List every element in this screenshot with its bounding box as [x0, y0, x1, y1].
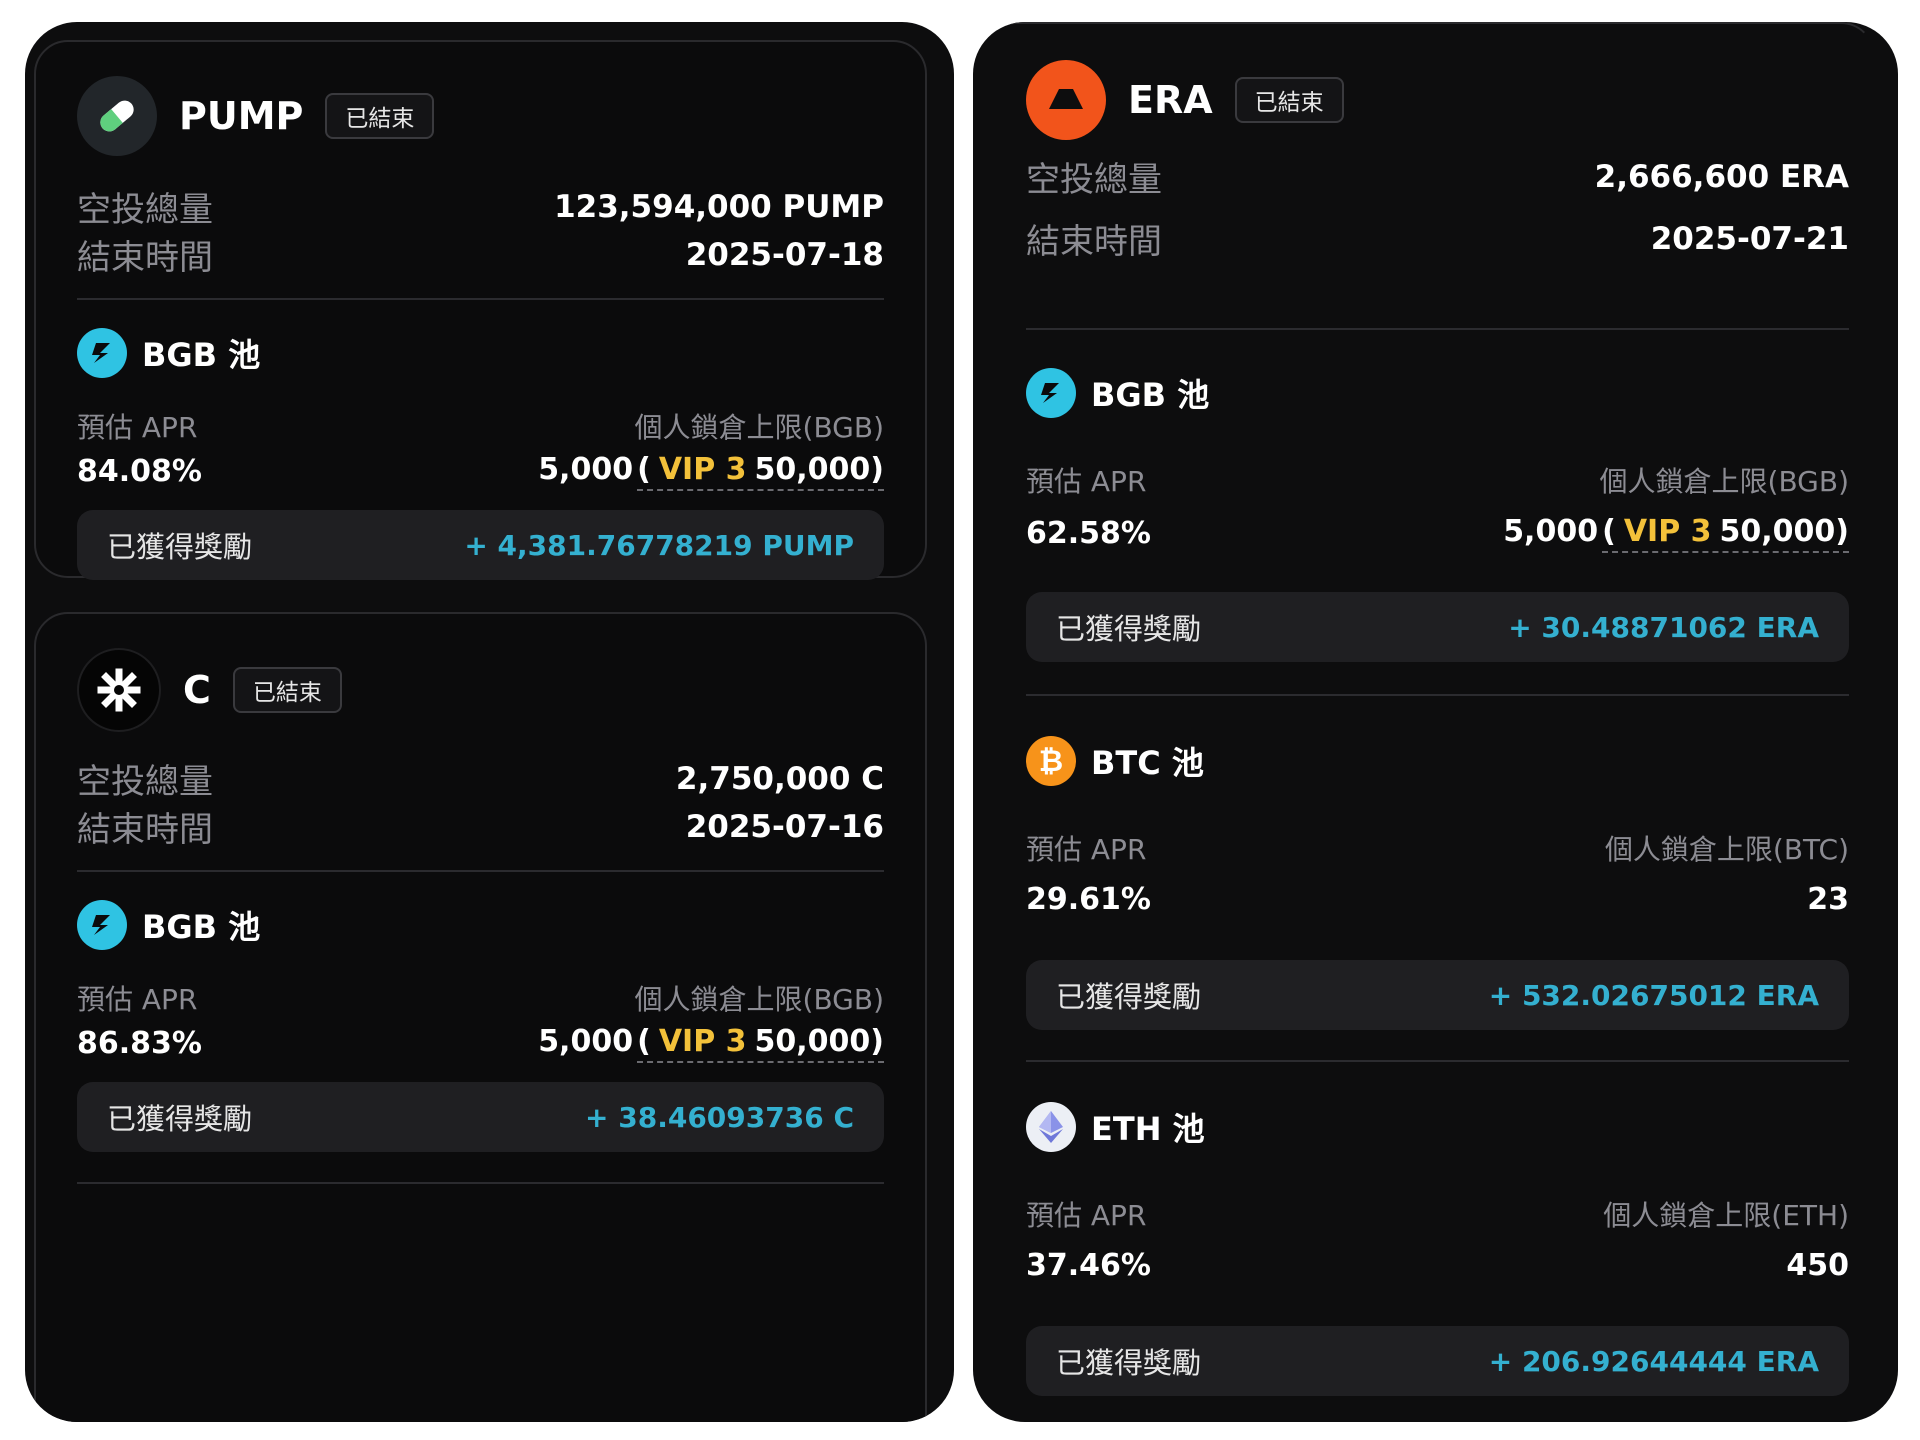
cap-value: 23 [1807, 882, 1849, 917]
cap-base: 5,000 [538, 1024, 634, 1059]
divider [77, 1182, 884, 1184]
vip-cap-tooltip-trigger[interactable]: (VIP 3 50,000) [637, 452, 884, 491]
vip-level: VIP 3 [1623, 514, 1712, 549]
pool-name: ETH 池 [1091, 1110, 1205, 1148]
airdrop-card-pump[interactable]: PUMP 已結束 空投總量 123,594,000 PUMP 結束時間 2025… [34, 40, 927, 580]
token-name: PUMP [179, 94, 304, 138]
cap-open: ( [1602, 514, 1616, 549]
vip-cap-value: 50,000 [754, 1024, 871, 1059]
pool-name: BTC 池 [1091, 744, 1204, 782]
cap-close: ) [1835, 514, 1849, 549]
reward-box: 已獲得獎勵 + 532.02675012 ERA [1026, 960, 1849, 1030]
left-panel: PUMP 已結束 空投總量 123,594,000 PUMP 結束時間 2025… [25, 22, 954, 1422]
bgb-icon [77, 328, 127, 378]
cap-label: 個人鎖倉上限(BGB) [634, 983, 884, 1016]
reward-label: 已獲得獎勵 [107, 1102, 253, 1136]
reward-label: 已獲得獎勵 [1056, 1346, 1202, 1380]
cap-base: 5,000 [538, 452, 634, 487]
apr-value: 29.61% [1026, 882, 1151, 917]
asterisk-logo-icon [77, 648, 161, 732]
status-badge: 已結束 [1234, 77, 1344, 123]
reward-label: 已獲得獎勵 [1056, 612, 1202, 646]
token-name: C [183, 668, 211, 712]
airdrop-card-c[interactable]: C 已結束 空投總量 2,750,000 C 結束時間 2025-07-16 B… [34, 612, 927, 1422]
reward-label: 已獲得獎勵 [1056, 980, 1202, 1014]
apr-value: 37.46% [1026, 1248, 1151, 1283]
bitcoin-glyph: ₿ [1038, 743, 1064, 779]
cap-value: 5,000 (VIP 3 50,000) [1503, 514, 1849, 553]
divider [77, 870, 884, 872]
total-label: 空投總量 [77, 190, 213, 230]
reward-value: + 30.48871062 ERA [1508, 610, 1819, 644]
airdrop-card-era[interactable]: ERA 已結束 空投總量 2,666,600 ERA 結束時間 2025-07-… [982, 22, 1875, 1422]
end-value: 2025-07-21 [1650, 220, 1849, 257]
total-value: 2,750,000 C [675, 760, 884, 797]
ethereum-icon [1026, 1102, 1076, 1152]
cap-value: 450 [1786, 1248, 1849, 1283]
vip-cap-tooltip-trigger[interactable]: (VIP 3 50,000) [637, 1024, 884, 1063]
vip-cap-value: 50,000 [1719, 514, 1836, 549]
end-value: 2025-07-16 [685, 808, 884, 845]
reward-box: 已獲得獎勵 + 4,381.76778219 PUMP [77, 510, 884, 580]
total-label: 空投總量 [77, 762, 213, 802]
end-label: 結束時間 [77, 810, 213, 850]
end-value: 2025-07-18 [685, 236, 884, 273]
vip-cap-value: 50,000 [754, 452, 871, 487]
reward-value: + 4,381.76778219 PUMP [464, 528, 854, 562]
cap-close: ) [870, 1024, 884, 1059]
cap-value: 5,000 (VIP 3 50,000) [538, 452, 884, 491]
divider [1026, 328, 1849, 330]
cap-value: 5,000 (VIP 3 50,000) [538, 1024, 884, 1063]
cap-close: ) [870, 452, 884, 487]
status-badge: 已結束 [232, 667, 342, 713]
reward-box: 已獲得獎勵 + 38.46093736 C [77, 1082, 884, 1152]
cap-base: 5,000 [1503, 514, 1599, 549]
cap-label: 個人鎖倉上限(BGB) [1599, 465, 1849, 498]
reward-box: 已獲得獎勵 + 30.48871062 ERA [1026, 592, 1849, 662]
end-label: 結束時間 [1026, 222, 1162, 262]
token-name: ERA [1128, 78, 1213, 122]
apr-label: 預估 APR [1026, 1199, 1147, 1232]
pill-icon [77, 76, 157, 156]
reward-value: + 38.46093736 C [585, 1100, 854, 1134]
total-label: 空投總量 [1026, 160, 1162, 200]
right-panel: ERA 已結束 空投總量 2,666,600 ERA 結束時間 2025-07-… [973, 22, 1898, 1422]
status-badge: 已結束 [325, 93, 435, 139]
pool-name: BGB 池 [142, 336, 261, 374]
reward-value: + 532.02675012 ERA [1488, 978, 1819, 1012]
cap-label: 個人鎖倉上限(BTC) [1604, 833, 1849, 866]
vip-cap-tooltip-trigger[interactable]: (VIP 3 50,000) [1602, 514, 1849, 553]
bgb-icon [77, 900, 127, 950]
reward-box: 已獲得獎勵 + 206.92644444 ERA [1026, 1326, 1849, 1396]
total-value: 123,594,000 PUMP [554, 188, 884, 225]
apr-label: 預估 APR [1026, 465, 1147, 498]
apr-value: 84.08% [77, 454, 202, 489]
bgb-icon [1026, 368, 1076, 418]
apr-label: 預估 APR [77, 411, 198, 444]
bitcoin-icon: ₿ [1026, 736, 1076, 786]
apr-value: 62.58% [1026, 516, 1151, 551]
divider [1026, 694, 1849, 696]
divider [77, 298, 884, 300]
reward-label: 已獲得獎勵 [107, 530, 253, 564]
reward-value: + 206.92644444 ERA [1488, 1344, 1819, 1378]
cap-label: 個人鎖倉上限(BGB) [634, 411, 884, 444]
apr-label: 預估 APR [1026, 833, 1147, 866]
cap-label: 個人鎖倉上限(ETH) [1603, 1199, 1849, 1232]
end-label: 結束時間 [77, 238, 213, 278]
vip-level: VIP 3 [658, 1024, 747, 1059]
total-value: 2,666,600 ERA [1594, 158, 1849, 195]
apr-label: 預估 APR [77, 983, 198, 1016]
divider [1026, 1060, 1849, 1062]
pool-name: BGB 池 [1091, 376, 1210, 414]
cap-open: ( [637, 452, 651, 487]
cap-open: ( [637, 1024, 651, 1059]
vip-level: VIP 3 [658, 452, 747, 487]
apr-value: 86.83% [77, 1026, 202, 1061]
pool-name: BGB 池 [142, 908, 261, 946]
era-logo-icon [1026, 60, 1106, 140]
